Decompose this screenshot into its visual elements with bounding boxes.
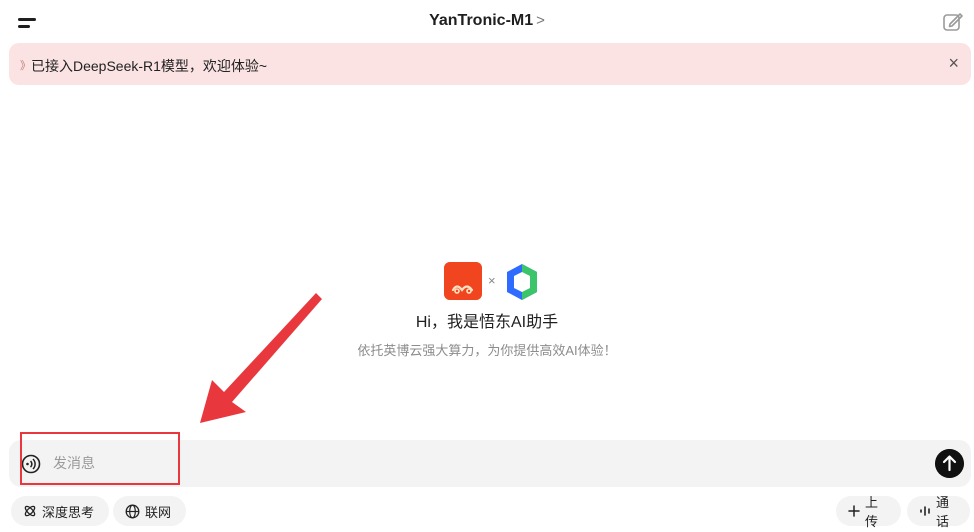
web-search-label: 联网 xyxy=(145,504,172,520)
welcome-section: × Hi，我是悟东AI助手 依托英博云强大算力，为你提供高效AI体验！ xyxy=(0,262,974,359)
upload-label: 上传 xyxy=(865,495,879,529)
globe-icon xyxy=(125,504,140,518)
welcome-title: Hi，我是悟东AI助手 xyxy=(415,314,559,331)
send-button[interactable] xyxy=(935,449,964,478)
model-selector[interactable]: YanTronic-M1 > xyxy=(0,12,974,30)
message-composer xyxy=(9,440,971,487)
voice-call-label: 通话 xyxy=(936,495,950,529)
announcement-banner: 》 已接入DeepSeek-R1模型，欢迎体验~ × xyxy=(9,43,971,85)
message-input[interactable] xyxy=(53,452,893,474)
model-name: YanTronic-M1 xyxy=(429,12,534,29)
close-icon[interactable]: × xyxy=(948,53,959,73)
atom-icon xyxy=(24,505,36,517)
plus-icon xyxy=(848,505,860,517)
new-chat-icon[interactable] xyxy=(942,11,964,33)
web-search-toggle[interactable]: 联网 xyxy=(113,496,186,526)
deep-think-toggle[interactable]: 深度思考 xyxy=(11,496,109,526)
upload-button[interactable]: 上传 xyxy=(836,495,901,529)
top-bar: YanTronic-M1 > xyxy=(0,0,974,44)
voice-input-icon[interactable] xyxy=(21,454,41,474)
announcement-text: 已接入DeepSeek-R1模型，欢迎体验~ xyxy=(31,58,268,74)
voice-call-button[interactable]: 通话 xyxy=(907,495,970,529)
waveform-icon xyxy=(920,506,930,516)
logo-row: × xyxy=(0,262,974,302)
wukong-logo xyxy=(444,262,482,300)
speaker-icon: 》 xyxy=(20,60,31,72)
chevron-right-icon: > xyxy=(536,12,545,29)
welcome-subtitle: 依托英博云强大算力，为你提供高效AI体验！ xyxy=(357,343,617,358)
times-sign: × xyxy=(488,273,496,288)
yingbo-logo xyxy=(507,264,537,300)
deep-think-label: 深度思考 xyxy=(42,504,95,520)
